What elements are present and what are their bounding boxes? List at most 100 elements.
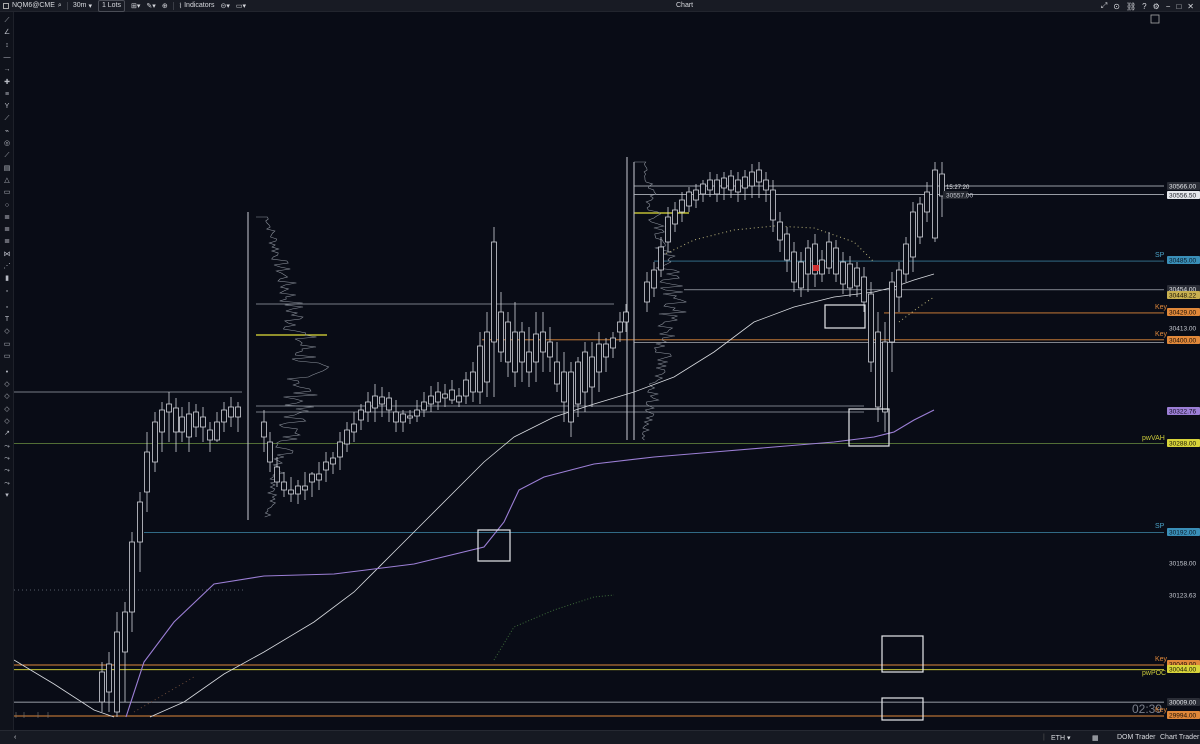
regression-icon[interactable]: ▤: [2, 164, 12, 174]
region-alt-icon[interactable]: ▫: [2, 303, 12, 313]
candle-body: [386, 397, 392, 411]
link-icon[interactable]: ⛓: [1126, 2, 1136, 11]
pin-icon[interactable]: ⤢: [1101, 1, 1107, 11]
rectangle-icon[interactable]: ▭: [2, 188, 12, 198]
calendar-icon[interactable]: ▦: [1092, 734, 1099, 742]
text-tool-icon[interactable]: T: [2, 315, 12, 325]
draw-tool-button[interactable]: ✎ ▾: [143, 0, 158, 12]
vertical-line-icon[interactable]: ↕: [2, 41, 12, 51]
arrow-up-icon[interactable]: ↗: [2, 429, 12, 439]
lines-icon[interactable]: ≡: [2, 90, 12, 100]
candle-body: [547, 341, 553, 358]
moving-average-line: [14, 659, 115, 718]
instrument-selector[interactable]: NQM6@CME ⌕: [0, 0, 65, 12]
wave-alt-icon[interactable]: ⤳: [2, 454, 12, 464]
pattern-icon[interactable]: ⋰: [2, 262, 12, 272]
ellipse-icon[interactable]: ○: [2, 201, 12, 211]
maximize-icon[interactable]: □: [1176, 2, 1181, 11]
zoom-button[interactable]: ⊕: [159, 0, 171, 12]
search-icon[interactable]: ⌕: [58, 2, 62, 10]
arrow-tool-icon[interactable]: →: [2, 65, 12, 75]
note-icon[interactable]: ▭: [2, 352, 12, 362]
candle-body: [533, 333, 539, 363]
timeframe-label: 30m: [72, 2, 87, 9]
wave-abc-icon[interactable]: ⤳: [2, 466, 12, 476]
marker-icon[interactable]: ◇: [2, 405, 12, 415]
candle-body: [428, 395, 434, 405]
fib-icon[interactable]: ≣: [2, 213, 12, 223]
ruler-icon[interactable]: ⟋: [2, 151, 12, 161]
gann-icon[interactable]: ⋈: [2, 250, 12, 260]
zone-box[interactable]: [848, 408, 890, 447]
toolbar-divider: [172, 1, 174, 10]
candle-body: [302, 485, 308, 491]
tag-icon[interactable]: ◇: [2, 327, 12, 337]
price-chart[interactable]: 15:27:20 02:39 30566.00 30556.50 30557.00 304…: [14, 12, 1200, 730]
candle-body: [686, 191, 692, 207]
dot-icon[interactable]: •: [2, 368, 12, 378]
price-axis-label: 30557.00: [946, 193, 973, 200]
candle-body: [207, 429, 213, 441]
price-axis-label: 30429.00: [1169, 310, 1196, 317]
scroll-left-icon[interactable]: ‹: [14, 734, 16, 741]
candle-body: [414, 409, 420, 417]
fib-time-icon[interactable]: ≣: [2, 237, 12, 247]
region-icon[interactable]: ▫: [2, 287, 12, 297]
dom-trader-tab[interactable]: DOM Trader: [1117, 734, 1156, 741]
pitchfork-icon[interactable]: Y: [2, 102, 12, 112]
candle-body: [561, 371, 567, 403]
candle-body: [917, 203, 923, 238]
templates-button[interactable]: ▭ ▾: [233, 0, 249, 12]
candle-body: [505, 321, 511, 363]
angle-tool-icon[interactable]: ∠: [2, 28, 12, 38]
settings-icon[interactable]: ⚙: [1153, 2, 1160, 11]
zone-box[interactable]: [881, 697, 924, 721]
candle-body: [159, 409, 165, 433]
candle-body: [166, 403, 172, 413]
help-icon[interactable]: ?: [1142, 2, 1146, 11]
zone-box[interactable]: [824, 304, 866, 329]
strategies-button[interactable]: ⊝ ▾: [217, 0, 232, 12]
candle-body: [519, 331, 525, 363]
circle-target-icon[interactable]: ◎: [2, 139, 12, 149]
price-axis-label: 30400.00: [1169, 338, 1196, 345]
diamond-icon[interactable]: ◇: [2, 380, 12, 390]
close-icon[interactable]: ✕: [1187, 2, 1194, 11]
session-selector[interactable]: ETH ▾: [1051, 734, 1070, 742]
path-icon[interactable]: ⌁: [2, 127, 12, 137]
candle-body: [316, 473, 322, 481]
more-tools-icon[interactable]: ▾: [2, 491, 12, 501]
horizontal-line-icon[interactable]: —: [2, 53, 12, 63]
candle-body: [228, 406, 234, 418]
bar-type-button[interactable]: ⊞ ▾: [128, 0, 143, 12]
zone-box[interactable]: [881, 635, 924, 673]
status-bar: ‹ | ETH ▾ ▦ DOM Trader Chart Trader: [0, 730, 1200, 744]
marker-alt-icon[interactable]: ◇: [2, 417, 12, 427]
timeframe-selector[interactable]: 30m ▾: [70, 0, 95, 12]
wave-imp-icon[interactable]: ⤳: [2, 479, 12, 489]
indicators-button[interactable]: ⌇ Indicators: [176, 0, 218, 12]
drawing-tools-bar: ⟋ ∠ ↕ — → ✚ ≡ Y ⟋ ⌁ ◎ ⟋ ▤ △ ▭ ○ ≣ ≣ ≣ ⋈ ⋰ ▮ ▫ ▫ T ◇ ▭ ▭ • ◇ ◇ ◇ ◇ ↗ ⤳ ⤳ ⤳ ⤳ ▾: [0, 12, 14, 730]
risk-reward-icon[interactable]: ▮: [2, 274, 12, 284]
wave-icon[interactable]: ⤳: [2, 442, 12, 452]
crosshair-icon[interactable]: ✚: [2, 78, 12, 88]
level-name-label: pwVAH: [1142, 435, 1165, 442]
candle-body: [924, 191, 930, 213]
fib-ext-icon[interactable]: ≣: [2, 225, 12, 235]
candle-body: [129, 541, 135, 613]
scale-toggle-icon[interactable]: [1150, 14, 1160, 24]
chart-canvas[interactable]: 15:27:2002:3930566.0030556.5030557.00304…: [14, 12, 1200, 730]
square-marker-icon[interactable]: ◇: [2, 392, 12, 402]
chart-trader-tab[interactable]: Chart Trader: [1160, 734, 1199, 741]
candle-body: [267, 441, 273, 463]
line-tool-icon[interactable]: ⟋: [2, 16, 12, 26]
label-icon[interactable]: ▭: [2, 340, 12, 350]
triangle-icon[interactable]: △: [2, 176, 12, 186]
minimize-icon[interactable]: −: [1166, 2, 1171, 11]
trendline-icon[interactable]: ⟋: [2, 114, 12, 124]
lots-field[interactable]: 1 Lots: [97, 0, 126, 12]
camera-icon[interactable]: ⊙: [1113, 2, 1120, 11]
candle-body: [644, 281, 650, 303]
dotted-indicator: [133, 676, 195, 713]
candle-body: [707, 179, 713, 191]
